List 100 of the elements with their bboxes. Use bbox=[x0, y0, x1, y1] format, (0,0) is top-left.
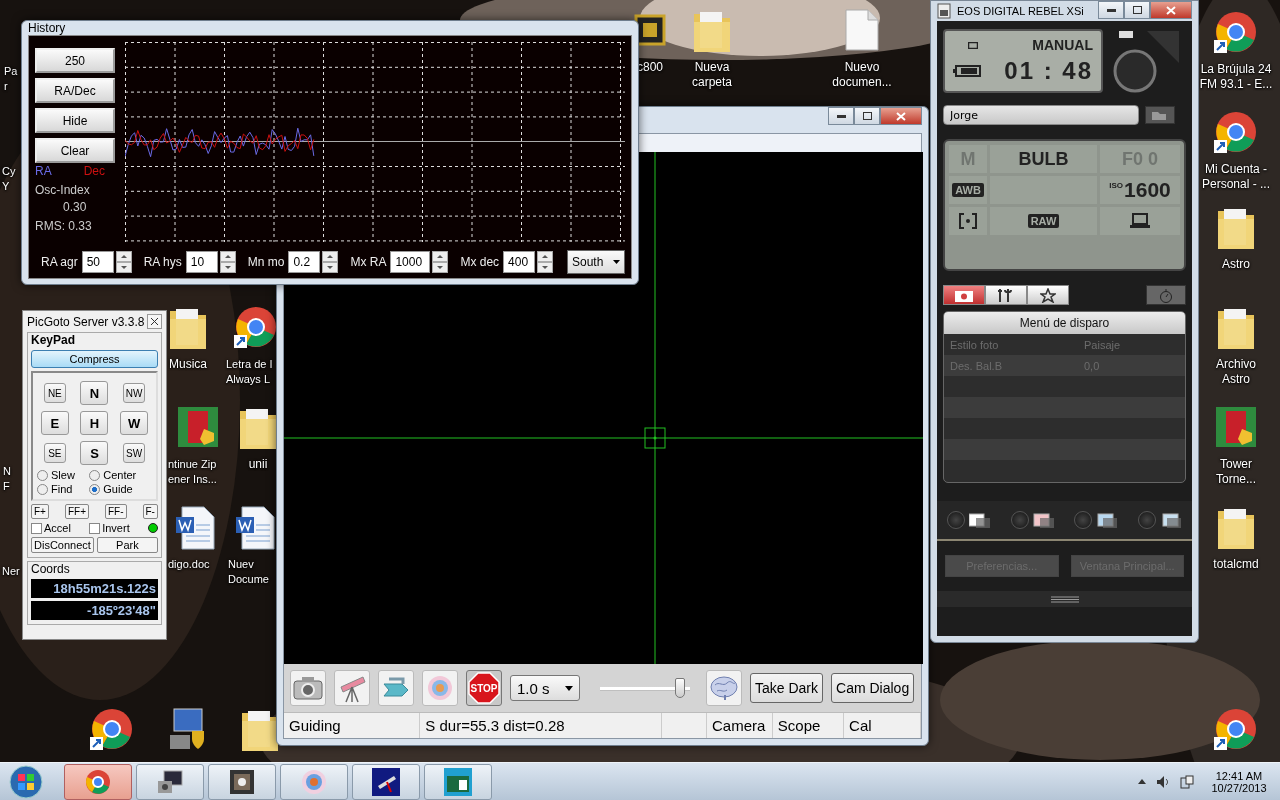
spin-up-button[interactable] bbox=[219, 251, 236, 262]
checkbox[interactable] bbox=[31, 522, 42, 534]
radio-dot[interactable] bbox=[89, 483, 101, 495]
icon-label: La Brújula 24 FM 93.1 - E... bbox=[1199, 62, 1273, 92]
spin-up-button[interactable] bbox=[537, 251, 554, 262]
setting-value[interactable]: BULB bbox=[990, 145, 1097, 173]
ra-readout: 18h55m21s.122s bbox=[31, 579, 158, 598]
direction-key[interactable]: SW bbox=[123, 443, 146, 463]
setting-input[interactable]: 400 bbox=[503, 251, 536, 273]
toggle-button[interactable] bbox=[1138, 511, 1157, 529]
taskbar-app[interactable] bbox=[424, 763, 492, 800]
toolbar-button[interactable]: Take Dark bbox=[750, 673, 824, 703]
target-icon bbox=[425, 673, 455, 703]
rms-value: RMS: 0.33 bbox=[35, 219, 93, 233]
picgoto-button[interactable]: Park bbox=[96, 537, 158, 553]
taskbar-app[interactable] bbox=[352, 763, 420, 800]
history-button[interactable]: RA/Dec bbox=[35, 78, 115, 103]
setting-label: RA agr bbox=[40, 255, 78, 269]
minimize-button[interactable] bbox=[1098, 1, 1124, 19]
icon-label: unii bbox=[248, 457, 268, 472]
spin-down-button[interactable] bbox=[219, 262, 236, 273]
start-button[interactable] bbox=[6, 763, 46, 800]
maximize-button[interactable] bbox=[1124, 1, 1150, 19]
metering-cell[interactable] bbox=[949, 207, 987, 235]
radio-dot[interactable] bbox=[37, 469, 48, 481]
time-readout: 01 : 48 bbox=[1003, 57, 1093, 85]
spin-down-button[interactable] bbox=[537, 262, 554, 273]
slider-thumb[interactable] bbox=[675, 678, 686, 698]
toggle-button[interactable] bbox=[1010, 511, 1029, 529]
spin-up-button[interactable] bbox=[432, 251, 449, 262]
menu-tab[interactable] bbox=[943, 285, 985, 305]
direction-key[interactable]: SE bbox=[43, 443, 66, 463]
close-button[interactable] bbox=[1150, 1, 1192, 19]
direction-dropdown[interactable]: South bbox=[567, 250, 625, 274]
setting-input[interactable]: 50 bbox=[81, 251, 114, 273]
folder-button[interactable] bbox=[1145, 106, 1175, 124]
maximize-button[interactable] bbox=[854, 107, 880, 125]
focus-button[interactable]: F+ bbox=[31, 504, 49, 519]
clock[interactable]: 12:41 AM 10/27/2013 bbox=[1204, 769, 1274, 794]
spin-down-button[interactable] bbox=[432, 262, 449, 273]
chrome-icon bbox=[90, 707, 134, 751]
direction-key[interactable]: NW bbox=[123, 383, 146, 403]
checkbox[interactable] bbox=[89, 522, 101, 534]
owner-field[interactable]: Jorge bbox=[943, 105, 1139, 125]
minimize-button[interactable] bbox=[828, 107, 854, 125]
wb-mode-cell[interactable]: AWB bbox=[949, 176, 987, 204]
group-title: KeyPad bbox=[31, 333, 77, 347]
menu-tab[interactable] bbox=[1027, 285, 1069, 305]
setting-input[interactable]: 1000 bbox=[390, 251, 431, 273]
spin-down-button[interactable] bbox=[322, 262, 339, 273]
direction-key[interactable]: E bbox=[40, 411, 69, 435]
history-button[interactable]: Hide bbox=[35, 108, 115, 133]
camera-button[interactable] bbox=[290, 670, 326, 706]
setting-input[interactable]: 10 bbox=[185, 251, 218, 273]
history-button[interactable]: 250 bbox=[35, 48, 115, 73]
toggle-button[interactable] bbox=[946, 511, 965, 529]
camera-icon bbox=[955, 288, 973, 302]
quality-cell[interactable]: RAW bbox=[990, 207, 1097, 235]
direction-key[interactable]: W bbox=[120, 411, 149, 435]
output-cell[interactable] bbox=[1100, 207, 1180, 235]
spin-up-button[interactable] bbox=[322, 251, 339, 262]
caret-icon bbox=[565, 685, 573, 691]
toolbar-button[interactable]: Cam Dialog bbox=[831, 673, 915, 703]
history-button[interactable]: Clear bbox=[35, 138, 115, 163]
menu-tab[interactable] bbox=[985, 285, 1027, 305]
radio-dot[interactable] bbox=[89, 469, 101, 481]
mode-radio[interactable]: Slew bbox=[37, 469, 90, 481]
menu-setting-value: Paisaje bbox=[1084, 338, 1122, 351]
taskbar-app[interactable] bbox=[136, 763, 204, 800]
icon-label: Nuevo documen... bbox=[832, 60, 892, 90]
loop-button[interactable] bbox=[378, 670, 414, 706]
focus-button[interactable]: FF+ bbox=[64, 504, 89, 519]
mode-radio[interactable]: Guide bbox=[89, 483, 152, 495]
taskbar-app[interactable] bbox=[208, 763, 276, 800]
close-button[interactable] bbox=[147, 314, 162, 329]
mode-radio[interactable]: Find bbox=[37, 483, 90, 495]
brain-button[interactable] bbox=[706, 670, 742, 706]
focus-button[interactable]: F- bbox=[142, 504, 158, 519]
compress-button[interactable]: Compress bbox=[31, 350, 158, 368]
close-button[interactable] bbox=[880, 107, 922, 125]
app-icon bbox=[1214, 405, 1258, 449]
osc-index-label: Osc-Index bbox=[35, 183, 91, 197]
direction-key[interactable]: S bbox=[80, 441, 109, 465]
stop-button[interactable]: STOP bbox=[466, 670, 502, 706]
direction-key[interactable]: NE bbox=[43, 383, 66, 403]
focus-button[interactable]: FF- bbox=[105, 504, 127, 519]
camera-icon bbox=[293, 676, 323, 700]
spin-down-button[interactable] bbox=[115, 262, 132, 273]
mode-radio[interactable]: Center bbox=[89, 469, 152, 481]
toggle-button[interactable] bbox=[1074, 511, 1093, 529]
radio-dot[interactable] bbox=[37, 483, 48, 495]
direction-key[interactable]: N bbox=[80, 381, 109, 405]
exposure-dropdown[interactable]: 1.0 s bbox=[510, 675, 580, 701]
direction-key[interactable]: H bbox=[80, 411, 109, 435]
setting-input[interactable]: 0.2 bbox=[288, 251, 321, 273]
spin-up-button[interactable] bbox=[115, 251, 132, 262]
telescope-button[interactable] bbox=[334, 670, 370, 706]
window-title: PicGoto Server v3.3.8 bbox=[27, 314, 145, 329]
picgoto-button[interactable]: DisConnect bbox=[31, 537, 94, 553]
icon-label: N F bbox=[3, 464, 11, 494]
